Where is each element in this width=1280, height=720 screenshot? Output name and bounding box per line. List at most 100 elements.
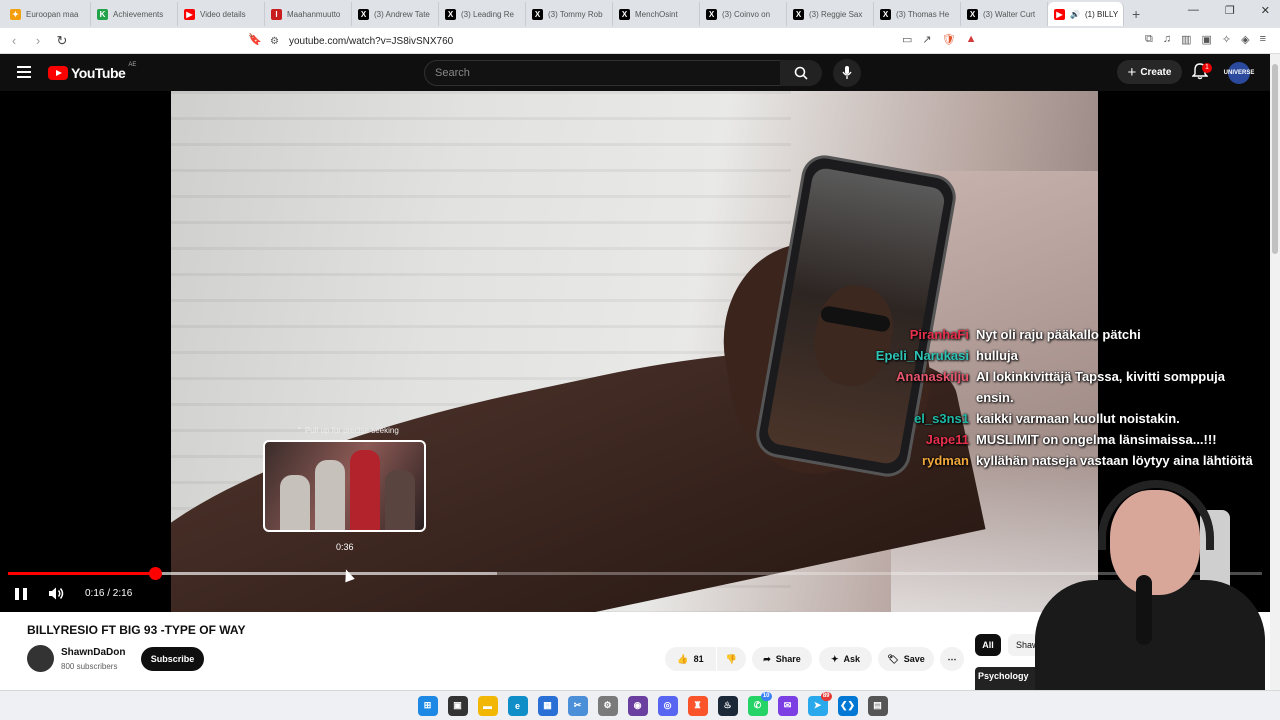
chat-message: rydman kyllähän natseja vastaan löytyy ai… xyxy=(870,450,1270,471)
browser-tab[interactable]: X (3) Reggie Sax xyxy=(787,2,874,26)
volume-icon[interactable] xyxy=(48,586,65,601)
browser-tab[interactable]: X (3) Andrew Tate xyxy=(352,2,439,26)
browser-tab[interactable]: X (3) Thomas He xyxy=(874,2,961,26)
scrollbar-thumb[interactable] xyxy=(1272,64,1278,254)
bookmark-icon[interactable]: 🔖 xyxy=(248,33,262,46)
menu-icon[interactable]: ≡ xyxy=(1260,33,1266,46)
url-bar[interactable]: ⚙ youtube.com/watch?v=JS8ivSNX760 xyxy=(270,31,990,51)
brave-rewards-icon[interactable]: ▲ xyxy=(966,33,977,46)
tab-title: (3) Thomas He xyxy=(896,9,950,19)
file-explorer-icon[interactable]: ▬ xyxy=(477,695,498,716)
minimize-icon[interactable]: — xyxy=(1188,4,1199,17)
site-info-icon[interactable]: ⚙ xyxy=(270,36,279,47)
telegram-icon[interactable]: ➤ 89 xyxy=(807,691,832,716)
close-window-icon[interactable]: ✕ xyxy=(1261,4,1270,17)
create-button[interactable]: + Create xyxy=(1117,60,1182,84)
calculator-icon[interactable]: ▤ xyxy=(867,695,888,716)
cast-icon[interactable]: ▭ xyxy=(902,33,912,46)
back-icon[interactable]: ‹ xyxy=(4,33,24,48)
search-input[interactable]: Search xyxy=(424,60,782,86)
share-page-icon[interactable]: ↗ xyxy=(922,33,931,46)
steam-icon[interactable]: ♨ xyxy=(717,695,738,716)
tab-title: (3) Coinvo on xyxy=(722,9,771,19)
close-tab-icon[interactable]: ✕ xyxy=(1123,9,1124,20)
browser-tab[interactable]: X (3) Walter Curt xyxy=(961,2,1048,26)
address-bar-row: ‹ › ↻ 🔖 ⚙ youtube.com/watch?v=JS8ivSNX76… xyxy=(0,28,1280,54)
browser-tab[interactable]: X (3) Coinvo on xyxy=(700,2,787,26)
wallet-icon[interactable]: ▣ xyxy=(1201,33,1211,46)
media-icon[interactable]: ♫ xyxy=(1163,33,1171,46)
windows-start-icon[interactable]: ⊞ xyxy=(417,695,438,716)
subscribe-button[interactable]: Subscribe xyxy=(141,647,204,671)
reload-icon[interactable]: ↻ xyxy=(52,33,72,49)
leo-icon[interactable]: ✧ xyxy=(1222,33,1231,46)
chat-text: hulluja xyxy=(976,348,1018,363)
maximize-icon[interactable]: ❐ xyxy=(1225,4,1235,17)
chat-message: Jape11 MUSLIMIT on ongelma länsimaissa...… xyxy=(870,429,1270,450)
chat-username: el_s3ns1 xyxy=(914,411,969,426)
chip-all[interactable]: All xyxy=(975,634,1001,656)
youtube-logo[interactable]: YouTube AE xyxy=(48,62,137,81)
chat-message: el_s3ns1 kaikki varmaan kuollut noistakin… xyxy=(870,408,1270,429)
discord-icon[interactable]: ◎ xyxy=(657,695,678,716)
scrubber-handle[interactable] xyxy=(149,567,163,580)
thumbs-up-icon: 👍 xyxy=(677,653,689,664)
subscribe-label: Subscribe xyxy=(150,654,195,664)
account-avatar[interactable]: UNIVERSE xyxy=(1224,62,1254,84)
extensions-icon[interactable]: ⧉ xyxy=(1145,33,1153,46)
chat-text: AI lokinkivittäjä Tapssa, kivitti somppu… xyxy=(976,369,1225,405)
webcam-overlay xyxy=(1010,470,1270,720)
channel-name[interactable]: ShawnDaDon xyxy=(61,647,125,658)
dislike-button[interactable]: 👎 xyxy=(717,647,746,671)
vscode-icon[interactable]: ❮❯ xyxy=(837,695,858,716)
sidebar-icon[interactable]: ▥ xyxy=(1181,33,1191,46)
store-icon[interactable]: ▦ xyxy=(537,695,558,716)
voice-search-button[interactable] xyxy=(833,59,861,87)
whatsapp-icon[interactable]: ✆ 10 xyxy=(747,691,772,716)
channel-avatar[interactable] xyxy=(27,645,54,672)
more-actions-button[interactable]: ⋯ xyxy=(940,647,964,671)
tab-active-youtube[interactable]: ▶ 🔊 (1) BILLY ✕ xyxy=(1048,2,1124,26)
browser-tab[interactable]: ▶ Video details xyxy=(178,2,265,26)
new-tab-icon[interactable]: + xyxy=(1132,6,1140,22)
search-button[interactable] xyxy=(780,60,822,86)
save-button[interactable]: 🏷 Save xyxy=(878,647,934,671)
brave-shield-icon[interactable]: 🛡 xyxy=(942,33,956,46)
browser-tab[interactable]: I Maahanmuutto xyxy=(265,2,352,26)
country-code: AE xyxy=(128,62,137,68)
speaker-icon[interactable]: 🔊 xyxy=(1070,10,1080,19)
hamburger-menu-icon[interactable] xyxy=(17,66,31,78)
chat-text: kyllähän natseja vastaan löytyy aina läh… xyxy=(976,453,1253,468)
obs-icon[interactable]: ◉ xyxy=(627,695,648,716)
page-scrollbar[interactable] xyxy=(1270,54,1280,690)
address-icons: ▭ ↗ 🛡 ▲ xyxy=(902,33,976,46)
task-view-icon[interactable]: ▣ xyxy=(447,695,468,716)
chat-text: kaikki varmaan kuollut noistakin. xyxy=(976,411,1180,426)
browser-tab[interactable]: X (3) Leading Re xyxy=(439,2,526,26)
share-label: Share xyxy=(775,654,801,664)
time-display: 0:16 / 2:16 xyxy=(85,588,133,599)
vpn-icon[interactable]: ◈ xyxy=(1241,33,1249,46)
tab-title: MenchOsint xyxy=(635,9,678,19)
browser-tab[interactable]: X MenchOsint xyxy=(613,2,700,26)
chat-message: Epeli_Narukasi hulluja xyxy=(870,345,1270,366)
chat-message: PiranhaFi Nyt oli raju pääkallo pätchi xyxy=(870,324,1270,345)
like-button[interactable]: 👍 81 xyxy=(665,647,716,671)
x-icon: X xyxy=(793,8,804,20)
pause-button[interactable] xyxy=(15,588,27,600)
ask-button[interactable]: ✦ Ask xyxy=(819,647,872,671)
browser-tab[interactable]: K Achievements xyxy=(91,2,178,26)
tab-title: (3) Tommy Rob xyxy=(548,9,603,19)
edge-icon[interactable]: e xyxy=(507,695,528,716)
browser-tab[interactable]: ✦ Euroopan maa xyxy=(4,2,91,26)
thumbs-down-icon: 👎 xyxy=(725,653,738,664)
snipping-icon[interactable]: ✂ xyxy=(567,695,588,716)
share-button[interactable]: ➦ Share xyxy=(752,647,812,671)
tab-title: Euroopan maa xyxy=(26,9,79,19)
settings-icon[interactable]: ⚙ xyxy=(597,695,618,716)
forward-icon[interactable]: › xyxy=(28,33,48,48)
messenger-icon[interactable]: ✉ xyxy=(777,695,798,716)
ask-label: Ask xyxy=(843,654,861,664)
brave-icon[interactable]: ♜ xyxy=(687,695,708,716)
browser-tab[interactable]: X (3) Tommy Rob xyxy=(526,2,613,26)
